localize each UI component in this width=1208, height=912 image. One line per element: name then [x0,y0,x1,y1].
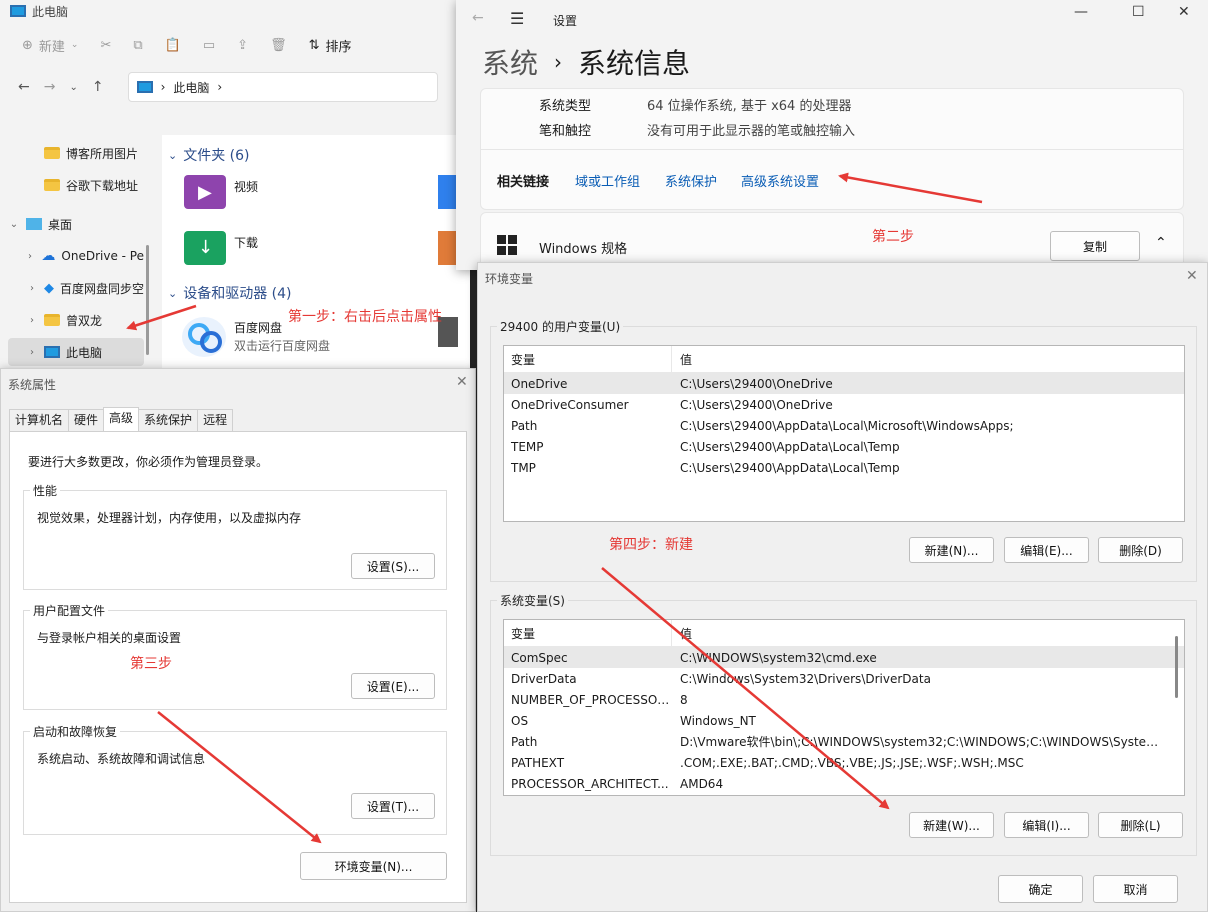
arrow-step1 [126,304,197,331]
arrow-step2 [838,172,983,204]
arrow-step4 [601,567,890,810]
arrow-step3 [157,711,322,844]
annotation-arrows [126,172,983,844]
